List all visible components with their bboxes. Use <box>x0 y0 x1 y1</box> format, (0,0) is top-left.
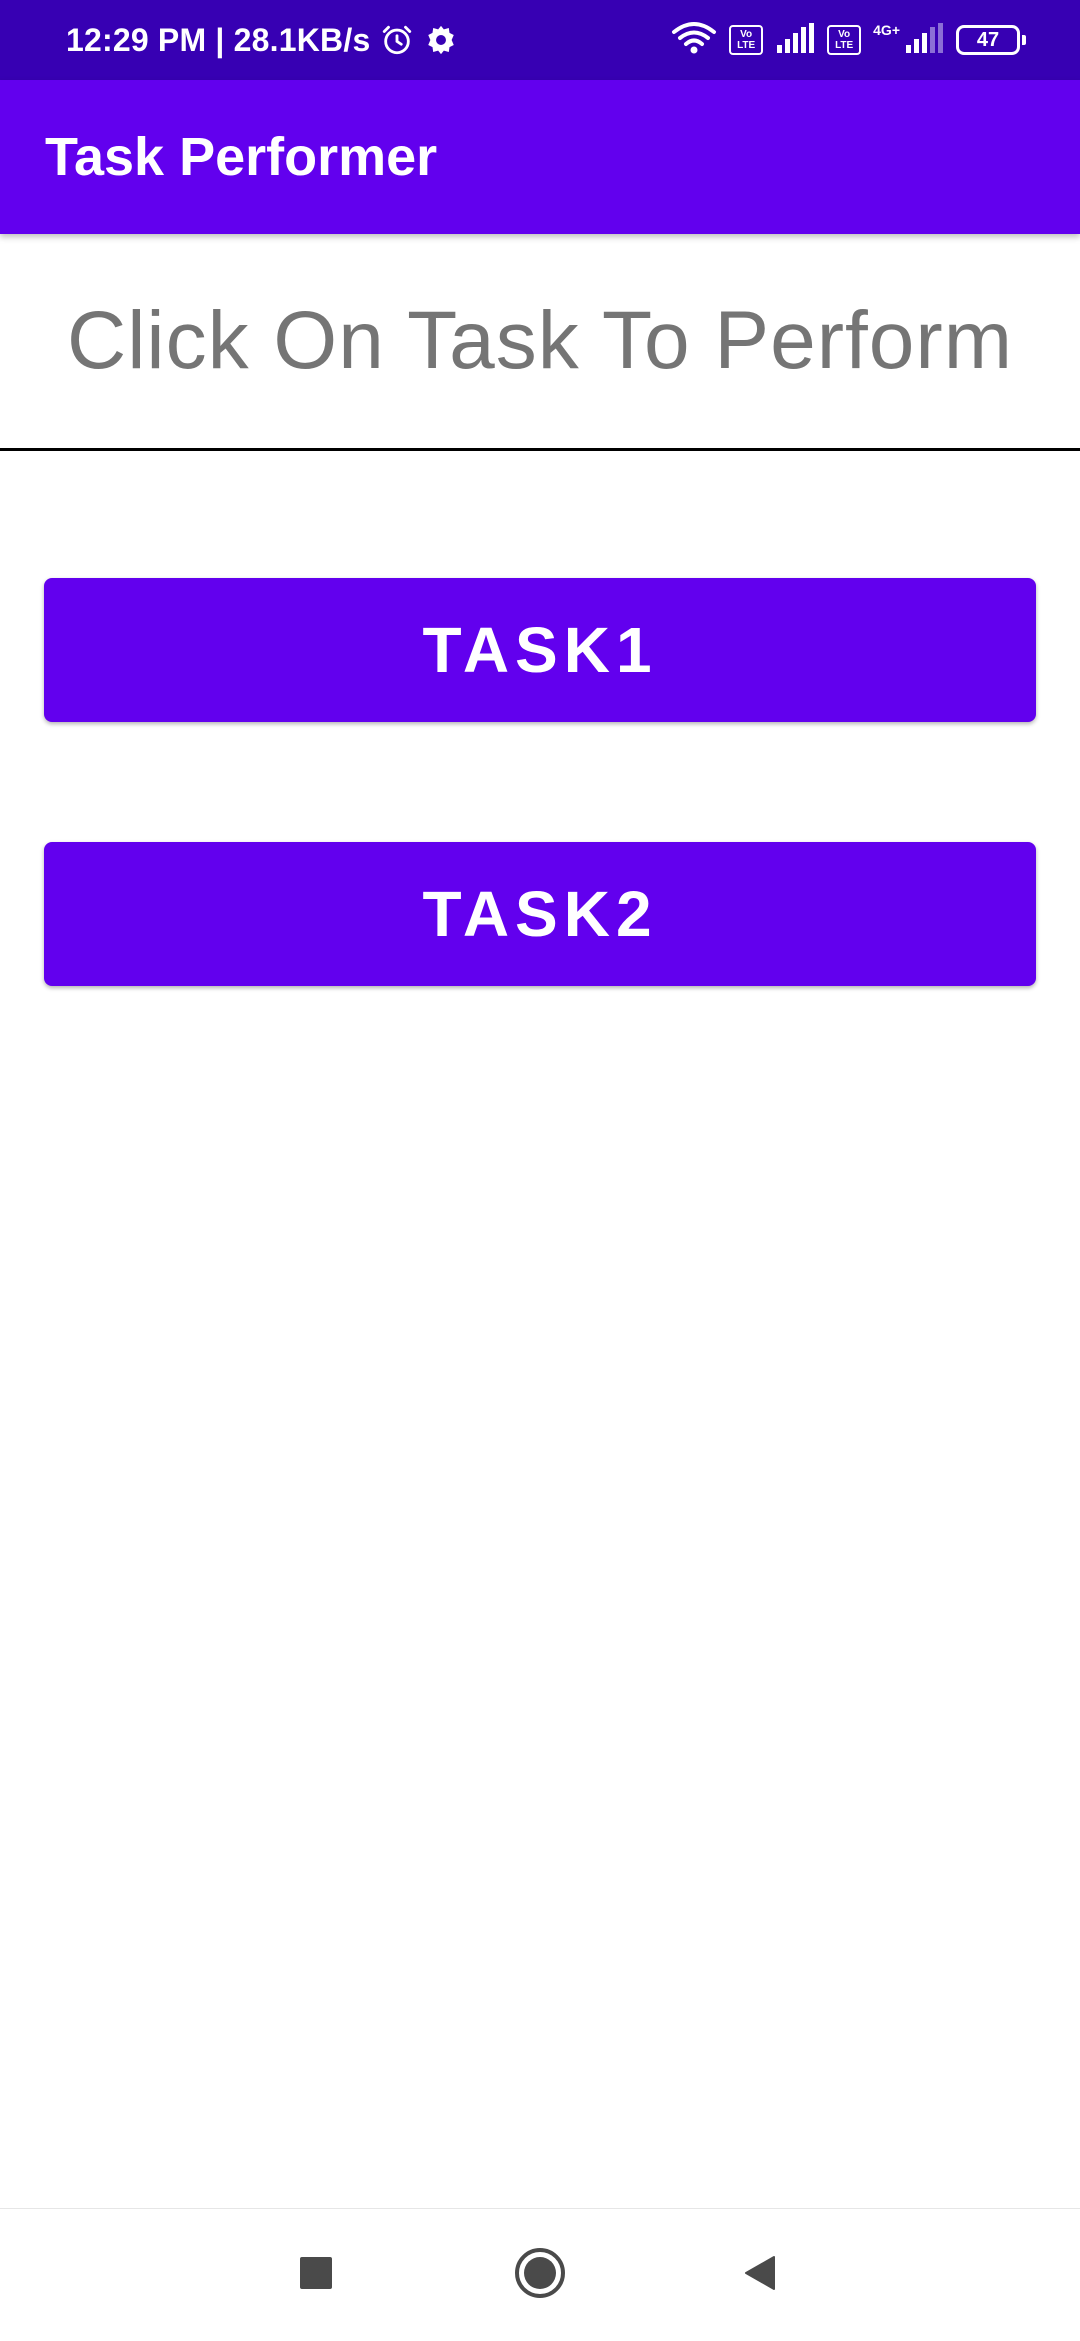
task2-button[interactable]: TASK2 <box>44 842 1036 986</box>
alarm-icon <box>380 23 414 57</box>
network-type: 4G+ <box>873 22 900 38</box>
battery-level: 47 <box>976 28 1000 51</box>
recents-button[interactable] <box>256 2209 376 2341</box>
settings-icon <box>424 23 458 57</box>
back-icon <box>740 2253 780 2298</box>
divider <box>0 448 1080 451</box>
signal-icon-2 <box>904 22 944 58</box>
instruction-text: Click On Task To Perform <box>66 295 1014 386</box>
app-title: Task Performer <box>45 127 438 187</box>
volte-icon-2: Vo LTE <box>827 25 862 55</box>
status-time-speed: 12:29 PM | 28.1KB/s <box>66 21 371 58</box>
home-button[interactable] <box>480 2209 600 2341</box>
back-button[interactable] <box>700 2209 820 2341</box>
status-right: Vo LTE Vo LTE 4G+ 47 <box>671 0 1026 80</box>
signal-icon <box>775 22 815 58</box>
app-bar: Task Performer <box>0 80 1080 234</box>
status-bar: 12:29 PM | 28.1KB/s Vo LTE Vo LTE 4G+ 47 <box>0 0 1080 80</box>
status-left: 12:29 PM | 28.1KB/s <box>66 0 458 80</box>
wifi-icon <box>671 21 717 60</box>
home-icon <box>513 2246 567 2305</box>
recents-icon <box>299 2256 333 2295</box>
battery-icon: 47 <box>956 25 1026 55</box>
navigation-bar <box>0 2208 1080 2340</box>
task1-button[interactable]: TASK1 <box>44 578 1036 722</box>
volte-icon: Vo LTE <box>729 25 764 55</box>
